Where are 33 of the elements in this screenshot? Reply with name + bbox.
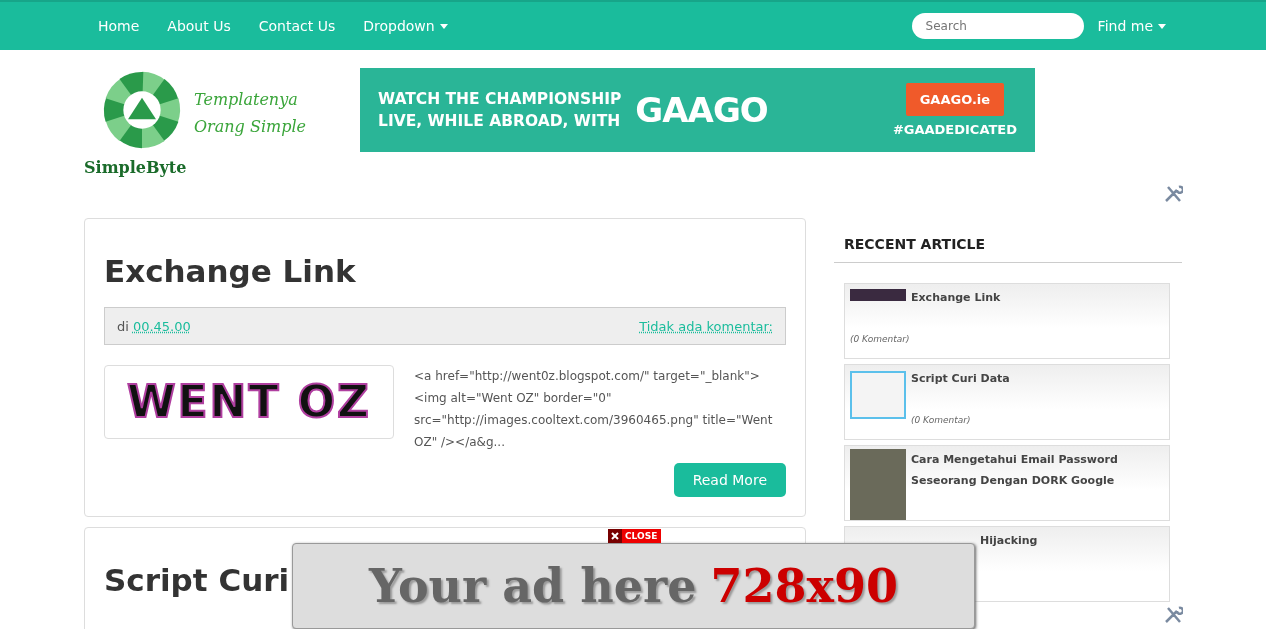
article-title[interactable]: Script Curi Data: [911, 368, 1164, 389]
nav-link[interactable]: Dropdown: [349, 18, 462, 34]
recent-article-item[interactable]: Script Curi Data (0 Komentar): [844, 364, 1170, 440]
ad-dialog[interactable]: Your ad here 728x90: [292, 543, 975, 629]
comment-count: (0 Komentar): [911, 415, 971, 425]
caret-icon: [1158, 23, 1166, 29]
nav-link[interactable]: Contact Us: [244, 18, 350, 34]
meta-label: di: [117, 318, 129, 334]
post-title[interactable]: Script Curi: [104, 562, 290, 598]
thumbnail-image[interactable]: [850, 371, 906, 419]
recent-article-item[interactable]: Cara Mengetahui Email Password Seseorang Dengan DORK Google: [844, 445, 1170, 521]
tools-icon[interactable]: [1163, 184, 1183, 204]
search-field[interactable]: Search: [911, 13, 1084, 39]
logo-tagline: Templatenya Orang Simple: [194, 88, 307, 138]
nav-link[interactable]: Home: [84, 18, 154, 34]
logo-brand: SimpleByte: [84, 158, 188, 179]
article-title[interactable]: Cara Mengetahui Email Password Seseorang Dengan DORK Google: [911, 449, 1164, 491]
thumbnail-image[interactable]: [850, 449, 906, 520]
post-title[interactable]: Exchange Link: [104, 253, 356, 289]
nav-link[interactable]: Find me: [1083, 18, 1180, 34]
thumbnail-image[interactable]: [850, 289, 906, 301]
close-button[interactable]: CLOSE: [608, 529, 662, 543]
close-icon: [608, 529, 622, 543]
post-thumbnail: WENT OZ: [104, 365, 394, 439]
article-title[interactable]: Exchange Link: [911, 287, 1164, 308]
read-more-button[interactable]: Read More: [673, 463, 786, 497]
recent-article-item[interactable]: Exchange Link (0 Komentar): [844, 283, 1170, 359]
nav-link[interactable]: About Us: [153, 18, 245, 34]
tools-icon[interactable]: [1163, 605, 1183, 625]
post-excerpt: <a href="http://went0z.blogspot.com/" target="_blank"><img alt="Went OZ" border="0" src="http://images.cooltext.com/3960465.png" title="Went OZ" /></a&g...: [414, 368, 774, 451]
comment-count: (0 Komentar): [850, 334, 910, 344]
sidebar-title: RECCENT ARTICLE: [844, 236, 987, 254]
caret-icon: [439, 23, 448, 29]
